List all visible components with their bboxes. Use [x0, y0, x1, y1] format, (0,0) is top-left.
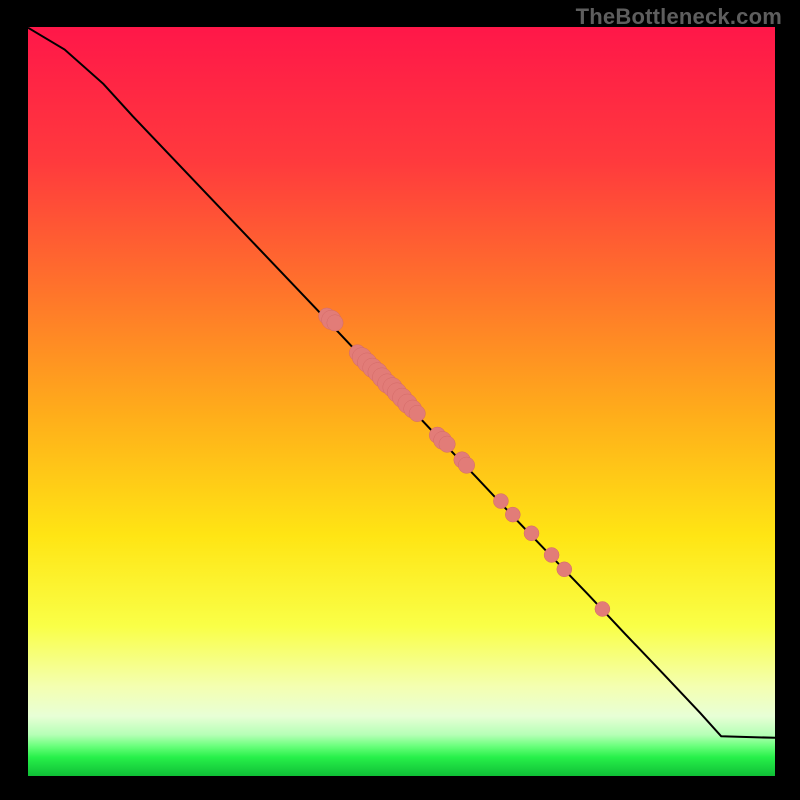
data-marker — [409, 405, 425, 421]
data-marker — [524, 526, 539, 541]
data-marker — [327, 315, 343, 331]
data-marker — [505, 507, 520, 522]
chart-svg — [0, 0, 800, 800]
data-marker — [557, 562, 572, 577]
data-marker — [544, 548, 559, 563]
watermark-text: TheBottleneck.com — [576, 4, 782, 30]
data-marker — [595, 602, 610, 617]
data-marker — [458, 457, 474, 473]
chart-stage: TheBottleneck.com — [0, 0, 800, 800]
data-marker — [493, 494, 508, 509]
data-marker — [439, 436, 455, 452]
